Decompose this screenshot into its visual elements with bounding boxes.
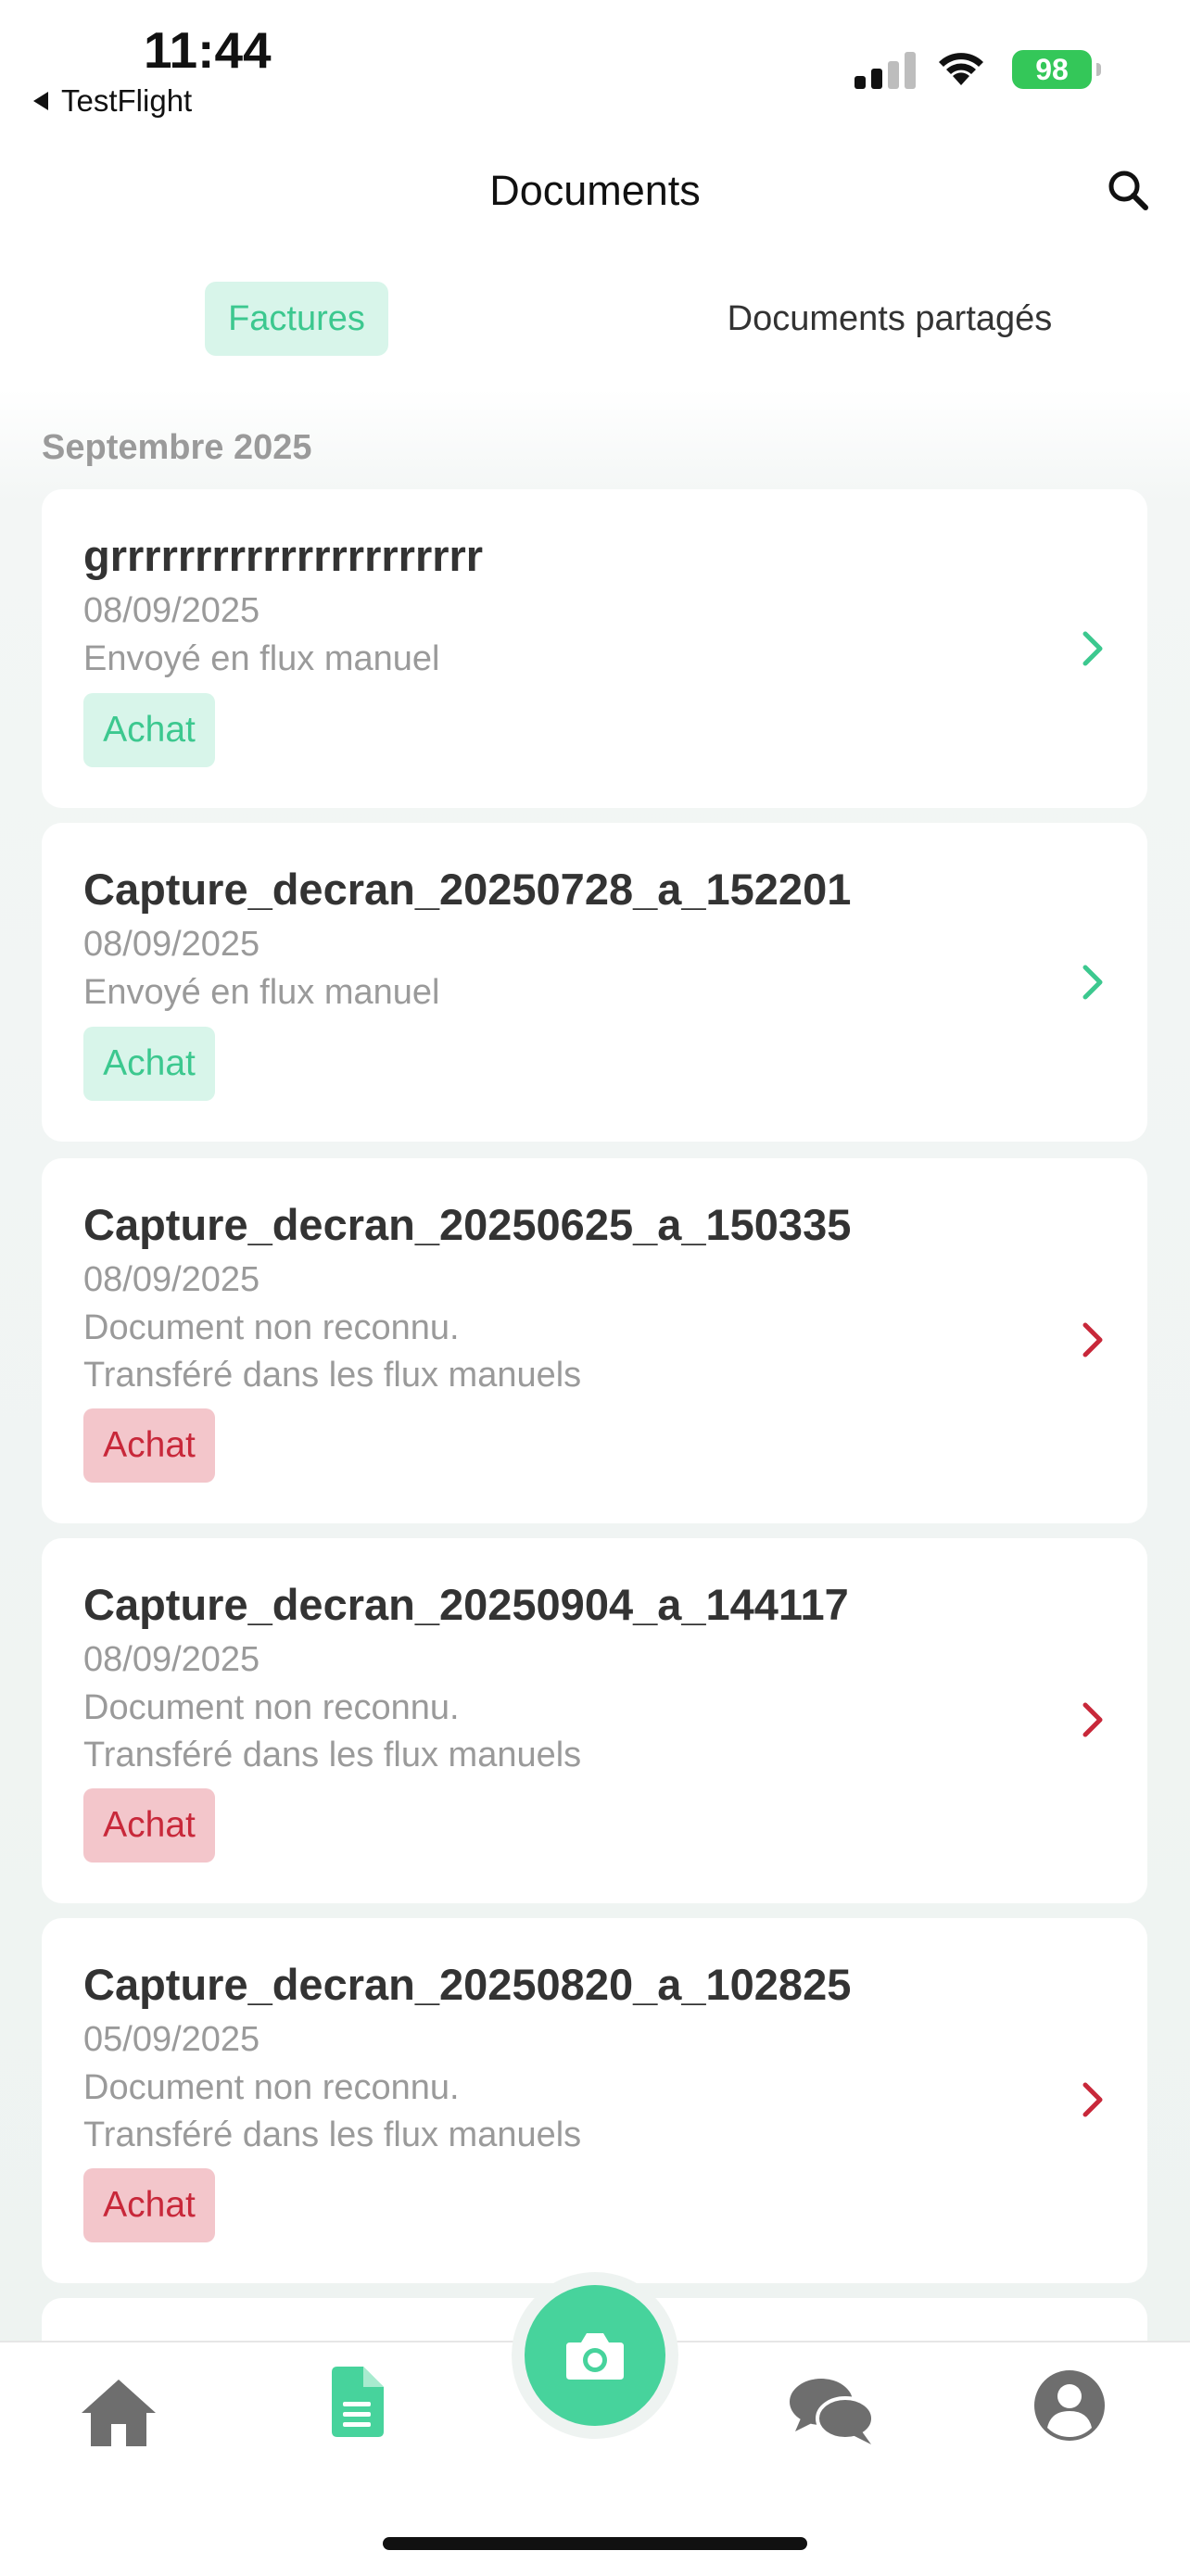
document-date: 08/09/2025	[83, 925, 260, 964]
status-time: 11:44	[144, 21, 272, 79]
back-triangle-icon	[33, 92, 48, 110]
section-header-month: Septembre 2025	[42, 428, 312, 467]
back-to-app-link[interactable]: TestFlight	[33, 83, 192, 119]
camera-button-wrap	[512, 2272, 678, 2439]
document-card[interactable]: Capture_decran_20250625_a_150335 08/09/2…	[42, 1158, 1147, 1523]
tab-documents-partages[interactable]: Documents partagés	[686, 282, 1094, 356]
back-app-label: TestFlight	[61, 83, 193, 118]
document-status: Document non reconnu.	[83, 1308, 460, 1347]
chevron-right-icon	[1082, 2082, 1103, 2117]
document-status: Document non reconnu.	[83, 1688, 460, 1727]
page-title: Documents	[489, 167, 701, 214]
document-status: Transféré dans les flux manuels	[83, 1736, 582, 1774]
chevron-right-icon	[1082, 1322, 1103, 1357]
document-type-badge: Achat	[83, 693, 215, 767]
status-bar: 11:44 TestFlight 98	[0, 0, 1190, 130]
search-icon[interactable]	[1103, 165, 1155, 217]
tab-factures[interactable]: Factures	[205, 282, 388, 356]
cellular-signal-icon	[855, 48, 916, 89]
chat-icon[interactable]	[788, 2374, 877, 2448]
document-name: Capture_decran_20250625_a_150335	[83, 1200, 852, 1249]
documents-list[interactable]: Septembre 2025 grrrrrrrrrrrrrrrrrrrrrr 0…	[0, 389, 1190, 2344]
document-name: Capture_decran_20250728_a_152201	[83, 865, 852, 914]
document-type-badge: Achat	[83, 1027, 215, 1101]
home-icon[interactable]	[78, 2376, 159, 2450]
document-card[interactable]: grrrrrrrrrrrrrrrrrrrrrr 08/09/2025 Envoy…	[42, 489, 1147, 808]
document-status: Document non reconnu.	[83, 2068, 460, 2107]
chevron-right-icon	[1082, 1702, 1103, 1737]
document-status: Envoyé en flux manuel	[83, 639, 440, 678]
document-type-badge: Achat	[83, 2168, 215, 2242]
document-type-badge: Achat	[83, 1408, 215, 1483]
document-name: grrrrrrrrrrrrrrrrrrrrrr	[83, 531, 484, 580]
document-icon[interactable]	[328, 2365, 386, 2439]
document-card[interactable]: Capture_decran_20250904_a_144117 08/09/2…	[42, 1538, 1147, 1903]
document-status: Transféré dans les flux manuels	[83, 1356, 582, 1395]
document-name: Capture_decran_20250904_a_144117	[83, 1580, 849, 1629]
nav-header: Documents	[0, 148, 1190, 232]
document-status: Transféré dans les flux manuels	[83, 2115, 582, 2154]
profile-icon[interactable]	[1032, 2368, 1107, 2443]
document-status: Envoyé en flux manuel	[83, 973, 440, 1012]
camera-icon	[566, 2333, 624, 2380]
wifi-icon	[939, 53, 983, 85]
document-date: 08/09/2025	[83, 1260, 260, 1299]
segmented-tabs: Factures Documents partagés	[0, 282, 1190, 356]
document-type-badge: Achat	[83, 1788, 215, 1863]
battery-level: 98	[1035, 52, 1069, 86]
chevron-right-icon	[1082, 965, 1103, 1000]
battery-icon: 98	[1012, 50, 1101, 89]
home-indicator	[383, 2537, 807, 2550]
chevron-right-icon	[1082, 631, 1103, 666]
document-date: 08/09/2025	[83, 1640, 260, 1679]
camera-button[interactable]	[525, 2285, 665, 2426]
document-name: Capture_decran_20250820_a_102825	[83, 1960, 852, 2009]
document-card[interactable]: Capture_decran_20250820_a_102825 05/09/2…	[42, 1918, 1147, 2283]
document-card[interactable]: Capture_decran_20250728_a_152201 08/09/2…	[42, 823, 1147, 1142]
document-date: 05/09/2025	[83, 2020, 260, 2059]
document-date: 08/09/2025	[83, 591, 260, 630]
